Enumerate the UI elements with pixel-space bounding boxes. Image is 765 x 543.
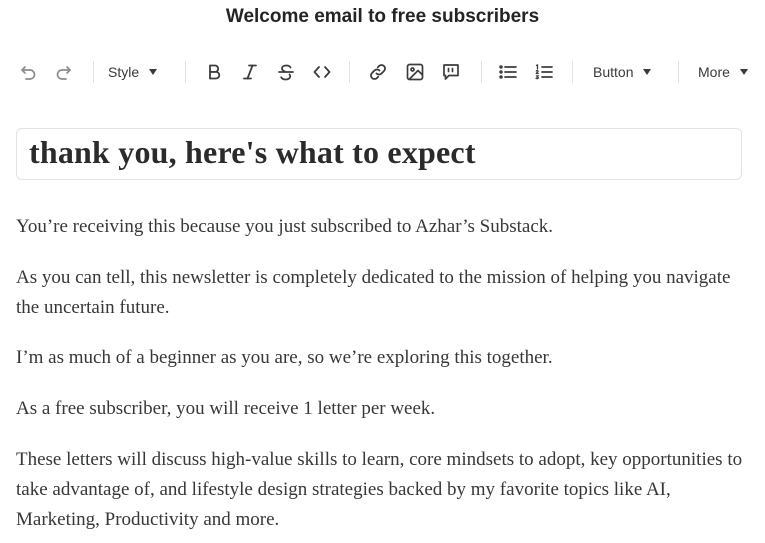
quote-icon[interactable] bbox=[439, 56, 463, 88]
bold-icon[interactable] bbox=[202, 56, 226, 88]
toolbar-divider bbox=[678, 61, 679, 83]
editor-toolbar: Style Button More bbox=[0, 56, 765, 88]
redo-icon[interactable] bbox=[52, 56, 76, 88]
page-title: Welcome email to free subscribers bbox=[225, 6, 540, 27]
caret-down-icon bbox=[739, 69, 748, 75]
toolbar-divider bbox=[481, 61, 482, 83]
paragraph[interactable]: These letters will discuss high-value sk… bbox=[16, 445, 746, 535]
strikethrough-icon[interactable] bbox=[274, 56, 298, 88]
toolbar-divider bbox=[185, 61, 186, 83]
button-dropdown-label: Button bbox=[593, 64, 634, 80]
style-dropdown[interactable]: Style bbox=[108, 56, 164, 88]
toolbar-divider bbox=[349, 61, 350, 83]
paragraph[interactable]: You’re receiving this because you just s… bbox=[16, 212, 746, 242]
paragraph[interactable]: As a free subscriber, you will receive 1… bbox=[16, 394, 746, 424]
more-dropdown-label: More bbox=[698, 64, 730, 80]
caret-down-icon bbox=[149, 69, 158, 75]
toolbar-divider bbox=[572, 61, 573, 83]
italic-icon[interactable] bbox=[238, 56, 262, 88]
subject-heading: thank you, here's what to expect bbox=[29, 134, 476, 170]
toolbar-divider bbox=[93, 61, 94, 83]
more-dropdown[interactable]: More bbox=[698, 56, 754, 88]
button-dropdown[interactable]: Button bbox=[593, 56, 657, 88]
style-dropdown-label: Style bbox=[108, 64, 140, 80]
bullet-list-icon[interactable] bbox=[496, 56, 520, 88]
undo-icon[interactable] bbox=[16, 56, 40, 88]
numbered-list-icon[interactable] bbox=[532, 56, 556, 88]
caret-down-icon bbox=[643, 69, 652, 75]
link-icon[interactable] bbox=[366, 56, 390, 88]
paragraph[interactable]: I’m as much of a beginner as you are, so… bbox=[16, 343, 746, 373]
paragraph[interactable]: As you can tell, this newsletter is comp… bbox=[16, 263, 746, 323]
image-icon[interactable] bbox=[403, 56, 427, 88]
subject-heading-field[interactable]: thank you, here's what to expect bbox=[16, 128, 742, 180]
code-icon[interactable] bbox=[310, 56, 334, 88]
